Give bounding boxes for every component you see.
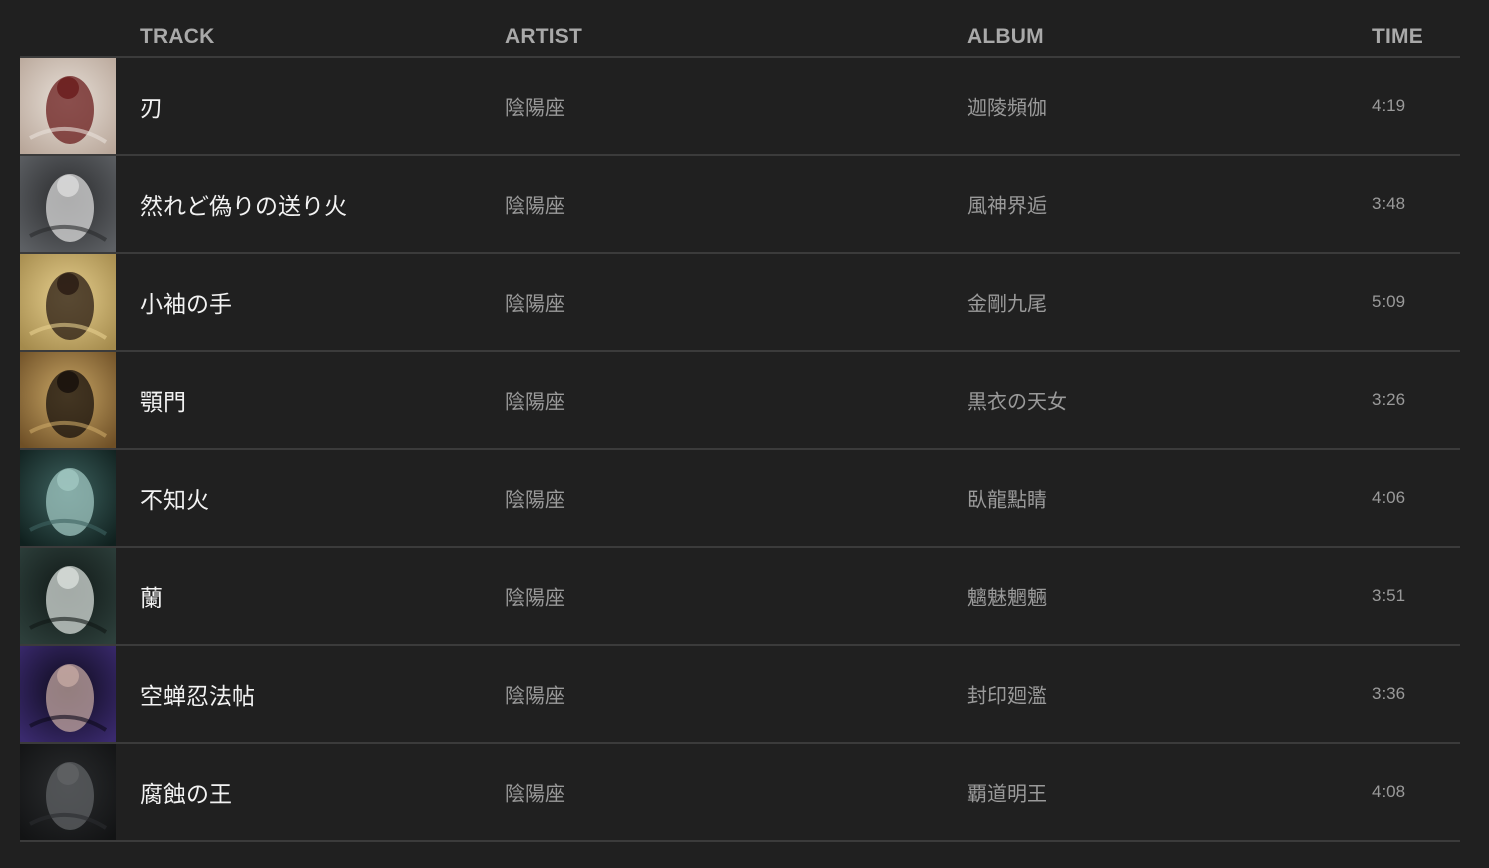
track-album[interactable]: 金剛九尾 [967, 288, 1047, 317]
track-duration: 3:51 [1372, 586, 1406, 605]
track-title[interactable]: 小袖の手 [140, 285, 232, 319]
track-artist[interactable]: 陰陽座 [505, 778, 565, 807]
album-art-thumbnail[interactable] [20, 156, 116, 252]
track-artist[interactable]: 陰陽座 [505, 386, 565, 415]
track-album[interactable]: 封印廻濫 [967, 680, 1047, 709]
track-row[interactable]: 小袖の手 陰陽座 金剛九尾 5:09 [20, 254, 1460, 352]
column-header-album[interactable]: ALBUM [967, 25, 1044, 49]
track-title[interactable]: 顎門 [140, 383, 186, 417]
album-art-thumbnail[interactable] [20, 744, 116, 840]
column-header-artist[interactable]: ARTIST [505, 25, 582, 49]
track-title[interactable]: 腐蝕の王 [140, 775, 232, 809]
track-title[interactable]: 空蝉忍法帖 [140, 677, 255, 711]
track-row[interactable]: 蘭 陰陽座 魑魅魍魎 3:51 [20, 548, 1460, 646]
track-duration: 3:48 [1372, 194, 1406, 213]
track-duration: 4:19 [1372, 96, 1406, 115]
track-artist[interactable]: 陰陽座 [505, 92, 565, 121]
track-duration: 4:06 [1372, 488, 1406, 507]
track-row[interactable]: 空蝉忍法帖 陰陽座 封印廻濫 3:36 [20, 646, 1460, 744]
track-album[interactable]: 黒衣の天女 [967, 386, 1067, 415]
track-title[interactable]: 蘭 [140, 579, 163, 613]
album-art-thumbnail[interactable] [20, 646, 116, 742]
track-row[interactable]: 刃 陰陽座 迦陵頻伽 4:19 [20, 58, 1460, 156]
track-album[interactable]: 覇道明王 [967, 778, 1047, 807]
track-row[interactable]: 腐蝕の王 陰陽座 覇道明王 4:08 [20, 744, 1460, 842]
album-art-thumbnail[interactable] [20, 58, 116, 154]
track-artist[interactable]: 陰陽座 [505, 582, 565, 611]
track-album[interactable]: 魑魅魍魎 [967, 582, 1047, 611]
column-header-track[interactable]: TRACK [140, 25, 215, 49]
track-list-header: TRACK ARTIST ALBUM TIME [20, 0, 1460, 58]
track-artist[interactable]: 陰陽座 [505, 190, 565, 219]
album-art-thumbnail[interactable] [20, 548, 116, 644]
track-album[interactable]: 迦陵頻伽 [967, 92, 1047, 121]
track-album[interactable]: 風神界逅 [967, 190, 1047, 219]
column-header-time[interactable]: TIME [1372, 25, 1423, 49]
track-title[interactable]: 刃 [140, 89, 163, 123]
track-duration: 3:26 [1372, 390, 1406, 409]
track-artist[interactable]: 陰陽座 [505, 680, 565, 709]
track-album[interactable]: 臥龍點睛 [967, 484, 1047, 513]
track-row[interactable]: 不知火 陰陽座 臥龍點睛 4:06 [20, 450, 1460, 548]
album-art-thumbnail[interactable] [20, 450, 116, 546]
track-duration: 5:09 [1372, 292, 1406, 311]
track-list: TRACK ARTIST ALBUM TIME 刃陰陽座 迦陵頻伽 4:19 然れど偽… [20, 0, 1460, 842]
track-artist[interactable]: 陰陽座 [505, 484, 565, 513]
track-artist[interactable]: 陰陽座 [505, 288, 565, 317]
track-rows: 刃陰陽座 迦陵頻伽 4:19 然れど偽りの送り火 陰陽座 風神界逅 3:48 小袖の手 陰陽座金… [20, 58, 1460, 842]
track-duration: 4:08 [1372, 782, 1406, 801]
track-row[interactable]: 顎門 陰陽座 黒衣の天女 3:26 [20, 352, 1460, 450]
track-duration: 3:36 [1372, 684, 1406, 703]
track-row[interactable]: 然れど偽りの送り火 陰陽座 風神界逅 3:48 [20, 156, 1460, 254]
track-title[interactable]: 然れど偽りの送り火 [140, 187, 347, 221]
album-art-thumbnail[interactable] [20, 254, 116, 350]
album-art-thumbnail[interactable] [20, 352, 116, 448]
track-title[interactable]: 不知火 [140, 481, 209, 515]
